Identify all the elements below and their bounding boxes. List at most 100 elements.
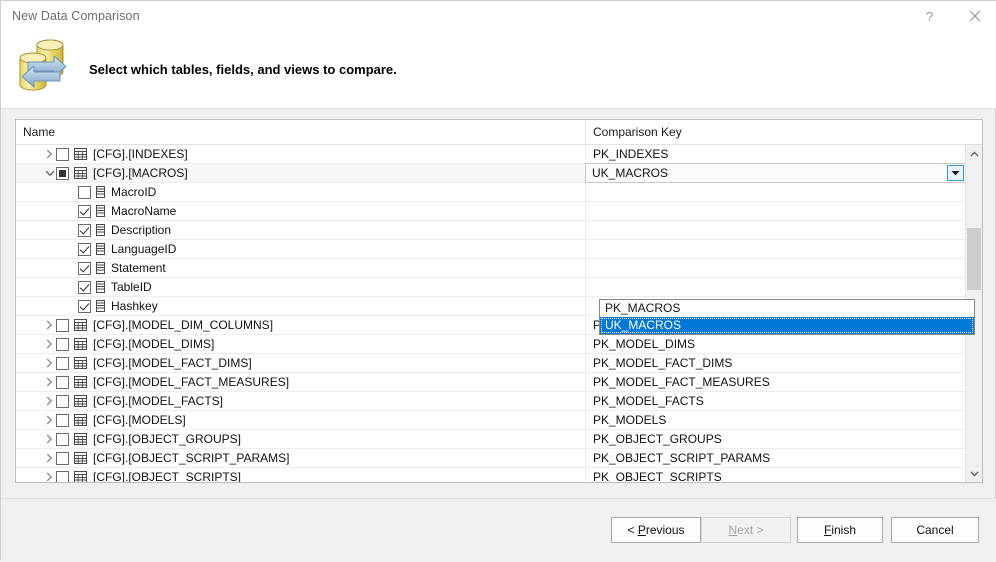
scroll-down-button[interactable] <box>966 465 982 482</box>
table-row[interactable]: [CFG].[OBJECT_SCRIPT_PARAMS] PK_OBJECT_SC… <box>16 449 982 468</box>
chevron-right-icon <box>46 320 53 330</box>
expand-toggle[interactable] <box>43 145 56 163</box>
table-row[interactable]: [CFG].[OBJECT_SCRIPTS] PK_OBJECT_SCRIPTS <box>16 468 982 482</box>
row-checkbox[interactable] <box>56 318 69 332</box>
table-icon <box>74 433 87 445</box>
row-checkbox[interactable] <box>56 166 69 180</box>
table-row[interactable]: [CFG].[MODEL_FACTS] PK_MODEL_FACTS <box>16 392 982 411</box>
comparison-key-cell[interactable] <box>585 278 966 296</box>
comparison-key-cell[interactable] <box>585 240 966 258</box>
field-icon <box>96 205 105 217</box>
table-row[interactable]: MacroName <box>16 202 982 221</box>
table-icon <box>74 319 87 331</box>
table-row[interactable]: MacroID <box>16 183 982 202</box>
table-icon <box>74 167 87 179</box>
table-row[interactable]: [CFG].[INDEXES] PK_INDEXES <box>16 145 982 164</box>
column-header-comparison-key[interactable]: Comparison Key <box>585 120 966 144</box>
row-checkbox[interactable] <box>56 147 69 161</box>
expand-toggle[interactable] <box>43 411 56 429</box>
window-title: New Data Comparison <box>12 9 140 23</box>
dropdown-option[interactable]: UK_MACROS <box>600 317 974 334</box>
comparison-key-cell[interactable]: PK_INDEXES <box>585 145 966 163</box>
expand-toggle[interactable] <box>43 354 56 372</box>
expand-toggle[interactable] <box>43 335 56 353</box>
comparison-key-cell[interactable]: PK_OBJECT_SCRIPTS <box>585 468 966 482</box>
dropdown-option[interactable]: PK_MACROS <box>600 300 974 317</box>
row-checkbox[interactable] <box>78 261 91 275</box>
table-row[interactable]: [CFG].[MODELS] PK_MODELS <box>16 411 982 430</box>
row-label: [CFG].[OBJECT_GROUPS] <box>93 432 242 446</box>
comparison-key-cell[interactable]: PK_MODEL_FACT_DIMS <box>585 354 966 372</box>
expand-toggle[interactable] <box>43 373 56 391</box>
previous-button[interactable]: < Previous <box>611 517 701 543</box>
comparison-key-cell[interactable] <box>585 183 966 201</box>
row-name-cell: Hashkey <box>16 297 585 315</box>
row-checkbox[interactable] <box>56 375 69 389</box>
table-icon <box>74 357 87 369</box>
row-label: [CFG].[MACROS] <box>93 166 188 180</box>
row-checkbox[interactable] <box>56 451 69 465</box>
field-icon <box>96 205 105 217</box>
comparison-key-dropdown-button[interactable] <box>947 165 964 181</box>
cancel-button[interactable]: Cancel <box>891 517 979 543</box>
row-checkbox[interactable] <box>78 242 91 256</box>
comparison-key-dropdown-list[interactable]: PK_MACROS UK_MACROS <box>599 299 975 335</box>
row-checkbox[interactable] <box>56 470 69 482</box>
table-row[interactable]: [CFG].[OBJECT_GROUPS] PK_OBJECT_GROUPS <box>16 430 982 449</box>
table-row[interactable]: LanguageID <box>16 240 982 259</box>
row-checkbox[interactable] <box>56 356 69 370</box>
comparison-key-cell[interactable]: PK_OBJECT_SCRIPT_PARAMS <box>585 449 966 467</box>
expand-toggle[interactable] <box>43 316 56 334</box>
field-icon <box>96 262 105 274</box>
comparison-key-cell[interactable]: PK_MODEL_DIMS <box>585 335 966 353</box>
row-checkbox[interactable] <box>78 280 91 294</box>
table-row[interactable]: [CFG].[MODEL_FACT_MEASURES] PK_MODEL_FACT… <box>16 373 982 392</box>
table-row[interactable]: Statement <box>16 259 982 278</box>
row-name-cell: [CFG].[MODELS] <box>16 411 585 429</box>
table-icon <box>74 148 87 160</box>
row-label: [CFG].[MODEL_FACT_DIMS] <box>93 356 252 370</box>
comparison-key-cell[interactable]: PK_MODELS <box>585 411 966 429</box>
row-checkbox[interactable] <box>56 432 69 446</box>
row-checkbox[interactable] <box>56 337 69 351</box>
field-icon <box>96 300 105 312</box>
next-button-label: Next > <box>728 523 764 537</box>
row-name-cell: MacroID <box>16 183 585 201</box>
expand-toggle[interactable] <box>43 468 56 482</box>
expand-toggle[interactable] <box>43 430 56 448</box>
chevron-right-icon <box>46 415 53 425</box>
scrollbar-thumb[interactable] <box>967 228 981 290</box>
expand-toggle[interactable] <box>43 392 56 410</box>
help-button[interactable]: ? <box>907 1 952 31</box>
row-label: Hashkey <box>111 299 158 313</box>
column-header-name[interactable]: Name <box>16 120 585 144</box>
close-button[interactable] <box>952 1 996 31</box>
comparison-key-cell[interactable] <box>585 221 966 239</box>
table-row[interactable]: [CFG].[MODEL_DIMS] PK_MODEL_DIMS <box>16 335 982 354</box>
comparison-key-cell[interactable] <box>585 259 966 277</box>
comparison-key-cell[interactable]: PK_MODEL_FACT_MEASURES <box>585 373 966 391</box>
row-checkbox[interactable] <box>78 204 91 218</box>
table-row[interactable]: [CFG].[MACROS] UK_MACROS <box>16 163 982 183</box>
row-checkbox[interactable] <box>78 185 91 199</box>
comparison-key-combobox[interactable]: UK_MACROS <box>585 163 966 183</box>
table-row[interactable]: Description <box>16 221 982 240</box>
finish-button[interactable]: Finish <box>797 517 883 543</box>
row-name-cell: Statement <box>16 259 585 277</box>
comparison-key-cell[interactable] <box>585 202 966 220</box>
table-row[interactable]: TableID <box>16 278 982 297</box>
banner-heading: Select which tables, fields, and views t… <box>89 62 397 77</box>
row-checkbox[interactable] <box>56 394 69 408</box>
row-checkbox[interactable] <box>56 413 69 427</box>
chevron-down-icon <box>970 471 978 477</box>
comparison-key-cell[interactable]: PK_MODEL_FACTS <box>585 392 966 410</box>
scroll-up-button[interactable] <box>966 145 982 162</box>
comparison-key-cell[interactable]: PK_OBJECT_GROUPS <box>585 430 966 448</box>
row-checkbox[interactable] <box>78 299 91 313</box>
table-row[interactable]: [CFG].[MODEL_FACT_DIMS] PK_MODEL_FACT_DIM… <box>16 354 982 373</box>
expand-toggle[interactable] <box>43 449 56 467</box>
next-button[interactable]: Next > <box>701 517 791 543</box>
row-label: [CFG].[MODEL_DIMS] <box>93 337 215 351</box>
collapse-toggle[interactable] <box>43 164 56 182</box>
row-checkbox[interactable] <box>78 223 91 237</box>
